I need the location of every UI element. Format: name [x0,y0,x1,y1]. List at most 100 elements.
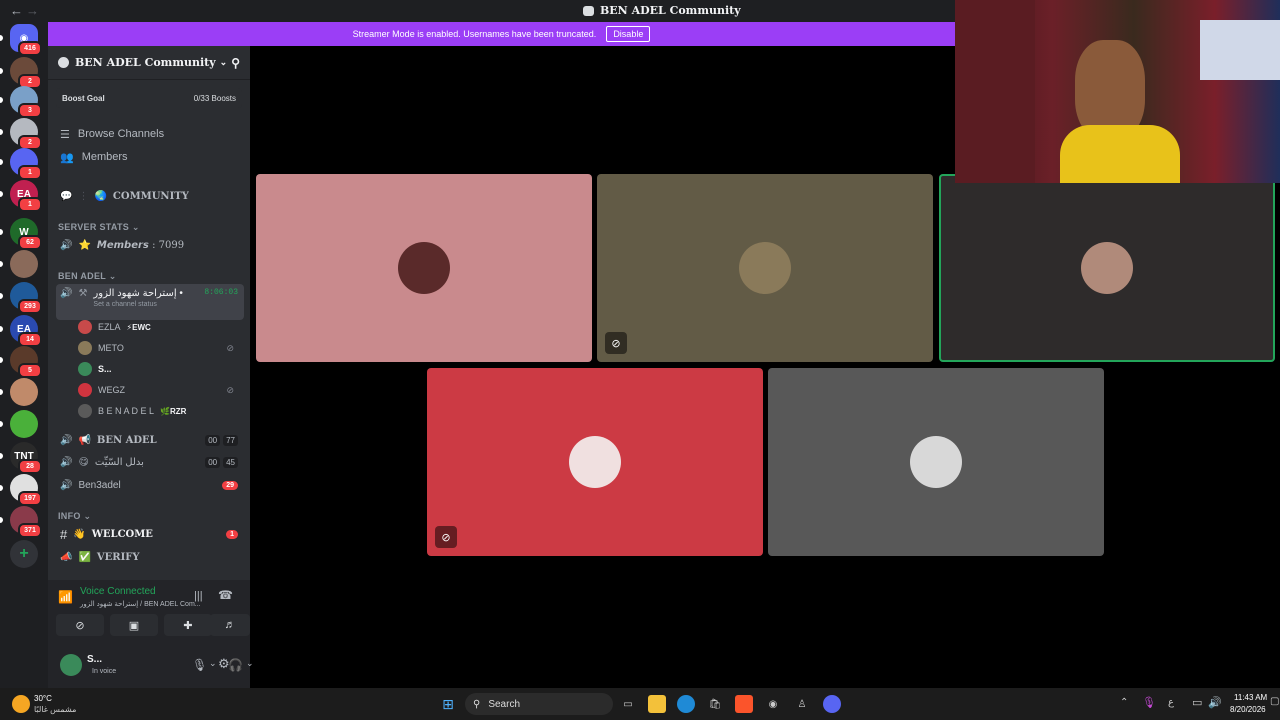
channel-community[interactable]: 💬 ⋮ 🌏 COMMUNITY [56,186,244,206]
screen-share-button[interactable]: ▣ [110,614,158,636]
server-rail: ◉ 416 2 3 2 1 EA 1 W 62 293 EA 14 5 TNT 28 197 371 + [0,22,48,688]
boost-goal[interactable]: Boost Goal 0/33 Boosts [56,88,242,108]
microphone-icon[interactable]: 🎙 [192,658,207,672]
category-ben-adel[interactable]: BEN ADEL ⌄ [58,271,117,282]
voice-channel-ben-adel-label: BEN ADEL [96,434,157,446]
server-icon[interactable]: 371 [10,506,42,538]
headphones-icon[interactable]: 🎧 [228,658,243,672]
activities-icon: ✚ [183,619,193,632]
voice-member[interactable]: S... [78,360,238,378]
edge-browser-icon[interactable] [677,695,695,713]
server-icon[interactable]: 3 [10,86,42,118]
server-icon[interactable]: EA 14 [10,315,42,347]
user-limit-counter: 00 45 [205,456,238,468]
soundboard-button[interactable]: ♬ [210,614,250,636]
gear-icon[interactable]: ⚙ [218,656,230,672]
chevron-up-icon[interactable]: ⌃ [1120,697,1128,708]
activities-button[interactable]: ✚ [164,614,212,636]
discord-icon[interactable] [823,695,841,713]
avatar[interactable] [60,654,82,676]
avatar [910,436,962,488]
server-icon[interactable]: 2 [10,57,42,89]
obs-icon[interactable]: ◉ [764,695,782,713]
language-indicator[interactable]: ع [1168,697,1174,708]
members-icon: 👥 [60,151,74,164]
participant-tile[interactable] [768,368,1104,556]
signal-icon[interactable]: 📶 [58,590,73,604]
members-link[interactable]: 👥 Members [56,147,244,167]
members-label: Members [81,151,128,163]
file-explorer-icon[interactable] [648,695,666,713]
store-icon[interactable]: 🛍 [706,695,724,713]
participant-tile[interactable]: ⊘ [597,174,933,362]
voice-member[interactable]: METO ⊘ [78,339,238,357]
voice-location[interactable]: إستراحة شهود الزور / BEN ADEL Com... [80,600,201,608]
chevron-down-icon[interactable]: ⌄ [209,658,217,669]
unread-pill [0,129,3,135]
member-name: EZLA [98,322,121,332]
voice-member[interactable]: WEGZ ⊘ [78,381,238,399]
server-icon[interactable]: 197 [10,474,42,506]
chevron-down-icon[interactable]: ⌄ [246,658,254,669]
category-info[interactable]: INFO ⌄ [58,511,91,522]
server-icon[interactable] [10,410,38,438]
windows-start-icon[interactable]: ⊞ [439,695,457,713]
disconnect-icon[interactable]: ☎ [218,588,233,602]
app-icon[interactable]: ♙ [793,695,811,713]
server-icon[interactable]: 2 [10,118,42,150]
network-icon[interactable]: ▭ [1192,696,1202,709]
category-server-stats[interactable]: SERVER STATS ⌄ [58,222,140,233]
voice-channel-active[interactable]: 🔊 ⚒ إستراحة شهود الزور • Set a channel s… [56,284,244,320]
channel-welcome[interactable]: # 👋 WELCOME 1 [56,524,244,544]
server-icon[interactable]: TNT 28 [10,442,42,474]
camera-off-button[interactable]: ⊘ [56,614,104,636]
back-arrow-icon[interactable]: ← [10,3,23,18]
noise-suppression-icon[interactable]: ||| [194,590,203,602]
server-header[interactable]: BEN ADEL Community ⌄ ⚲ [48,46,250,80]
home-button[interactable]: ◉ 416 [10,24,42,56]
avatar [78,362,92,376]
participant-tile[interactable] [939,174,1275,362]
camera-off-icon: ⊘ [435,526,457,548]
weather-icon[interactable] [12,695,30,713]
channel-status[interactable]: Set a channel status [93,301,198,308]
voice-channel-ben3adel[interactable]: 🔊 Ben3adel 29 [56,475,244,495]
server-icon[interactable] [10,378,38,406]
participant-tile[interactable] [256,174,592,362]
speaker-icon: 🔊 [60,434,73,446]
server-icon[interactable]: 1 [10,148,42,180]
volume-icon[interactable]: 🔊 [1208,696,1222,709]
mic-tray-icon[interactable]: 🎙 [1142,696,1156,709]
camera-off-icon: ⊘ [226,384,234,395]
server-icon[interactable]: 5 [10,346,42,378]
invite-user-icon[interactable]: ⚲ [231,56,240,70]
task-view-icon[interactable]: ▭ [619,695,637,713]
voice-member[interactable]: B E N A D E L 🌿RZR [78,402,238,420]
browse-channels[interactable]: ☰ Browse Channels [56,124,244,144]
forward-arrow-icon[interactable]: → [26,3,39,18]
add-server-button[interactable]: + [10,540,38,568]
server-icon[interactable]: 293 [10,282,42,314]
notification-icon[interactable]: ▢ [1270,696,1279,707]
weather-desc: مشمس غالبًا [34,705,77,714]
participant-tile[interactable]: ⊘ [427,368,763,556]
brave-browser-icon[interactable] [735,695,753,713]
category-ben-adel-label: BEN ADEL [58,271,106,281]
clock-time[interactable]: 11:43 AM [1234,693,1267,702]
disable-button[interactable]: Disable [606,26,651,42]
user-name: S... [87,654,103,665]
avatar [78,320,92,334]
voice-member[interactable]: EZLA ⚡EWC [78,318,238,336]
voice-channel-ben-adel[interactable]: 🔊 📢 BEN ADEL 00 77 [56,430,244,450]
server-icon[interactable] [10,250,38,278]
server-icon[interactable]: EA 1 [10,180,42,212]
voice-channel-3[interactable]: 🔊 😋 بدلل السّيِّت 00 45 [56,452,244,472]
chevron-down-icon: ⌄ [219,57,228,68]
server-icon[interactable]: W 62 [10,218,42,250]
channel-verify[interactable]: 📣 ✅ VERIFY [56,547,244,567]
streamer-mode-banner: Streamer Mode is enabled. Usernames have… [48,22,955,46]
channel-members-stat[interactable]: 🔊 ⭐ 𝙈𝙚𝙢𝙗𝙚𝙧𝙨 : 7099 [56,235,244,255]
clock-date[interactable]: 8/20/2026 [1230,705,1266,714]
search-box[interactable]: ⚲ Search [465,693,613,715]
user-panel: S... In voice 🎙 ⌄ 🎧 ⌄ ⚙ [48,644,254,688]
